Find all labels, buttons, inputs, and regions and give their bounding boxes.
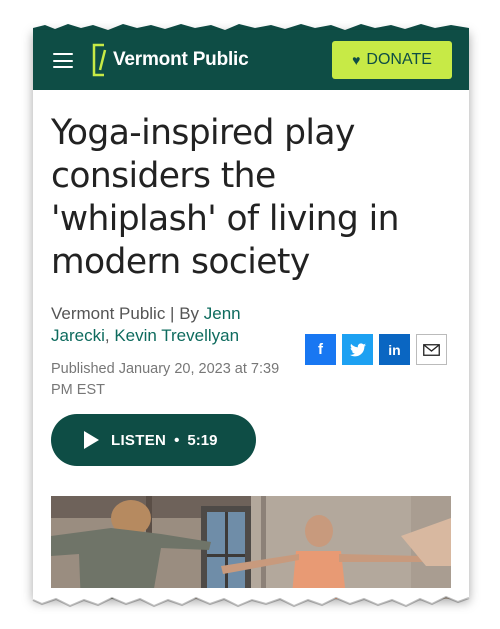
torn-edge-bottom — [32, 588, 470, 608]
facebook-icon: f — [318, 341, 323, 358]
linkedin-icon: in — [388, 341, 401, 358]
published-date: Published January 20, 2023 at 7:39 PM ES… — [51, 361, 280, 398]
headline-wrap: Yoga-inspired play considers the 'whipla… — [51, 112, 451, 284]
play-icon — [84, 431, 99, 449]
listen-label: LISTEN — [111, 431, 167, 449]
facebook-share-button[interactable]: f — [305, 334, 336, 365]
email-share-button[interactable] — [416, 334, 447, 365]
audio-duration: 5:19 — [187, 431, 218, 449]
byline-block: Vermont Public | By Jenn Jarecki, Kevin … — [51, 303, 296, 401]
linkedin-share-button[interactable]: in — [379, 334, 410, 365]
share-buttons: f in — [305, 334, 453, 365]
byline: Vermont Public | By Jenn Jarecki, Kevin … — [51, 303, 296, 347]
headline: Yoga-inspired play considers the 'whipla… — [51, 113, 399, 282]
listen-button[interactable]: LISTEN • 5:19 — [51, 414, 256, 466]
article-body: Yoga-inspired play considers the 'whipla… — [33, 30, 469, 599]
twitter-icon — [349, 342, 366, 356]
article-photo — [51, 496, 451, 599]
author-separator: , — [104, 326, 115, 345]
twitter-share-button[interactable] — [342, 334, 373, 365]
email-icon — [423, 343, 440, 356]
listen-separator: • — [174, 431, 180, 449]
author-link-kevin-trevellyan[interactable]: Kevin Trevellyan — [114, 326, 239, 345]
byline-prefix: Vermont Public | By — [51, 304, 204, 323]
